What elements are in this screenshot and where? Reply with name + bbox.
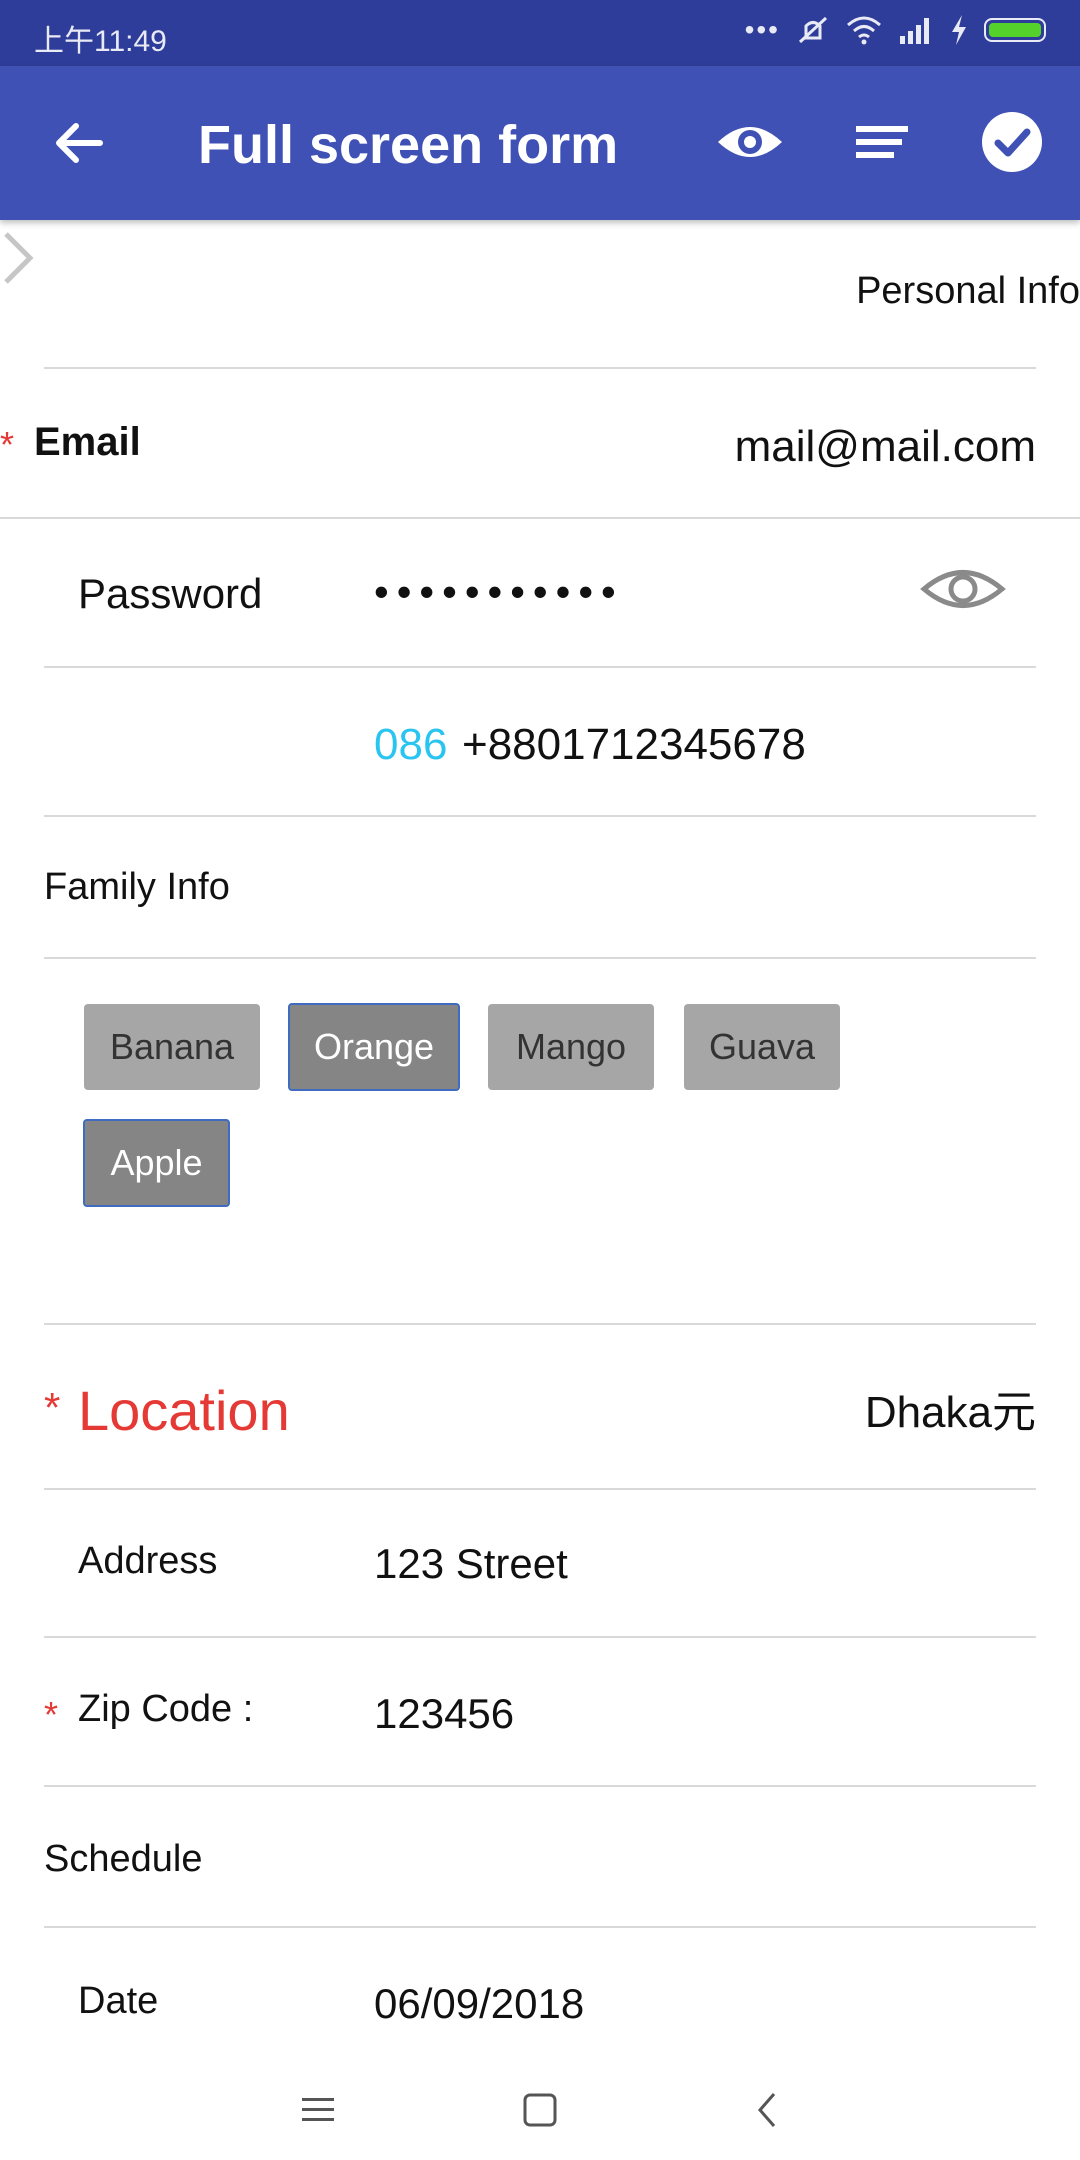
password-value[interactable]: ••••••••••• — [374, 568, 624, 616]
preview-eye-icon[interactable] — [714, 106, 786, 178]
wifi-icon — [847, 16, 881, 45]
tag-mango[interactable]: Mango — [488, 1004, 654, 1090]
system-nav-bar — [0, 2060, 1080, 2160]
divider — [44, 1636, 1036, 1638]
signal-icon — [900, 18, 929, 44]
show-password-eye-icon[interactable] — [920, 556, 1006, 622]
menu-icon[interactable] — [300, 2094, 336, 2126]
back-arrow-icon[interactable] — [46, 110, 112, 176]
required-mark: * — [0, 424, 15, 465]
phone-number[interactable]: +8801712345678 — [462, 720, 806, 770]
email-value[interactable]: mail@mail.com — [735, 422, 1036, 472]
divider — [44, 1488, 1036, 1490]
tag-guava[interactable]: Guava — [684, 1004, 840, 1090]
divider — [44, 815, 1036, 817]
chevron-right-icon[interactable] — [0, 228, 40, 288]
address-value[interactable]: 123 Street — [374, 1540, 568, 1588]
required-mark: * — [44, 1694, 59, 1735]
divider — [44, 1323, 1036, 1325]
status-bar: 上午11:49 ••• — [0, 0, 1080, 66]
family-info-header: Family Info — [44, 866, 230, 908]
zip-code-label: Zip Code : — [78, 1688, 254, 1730]
tag-apple[interactable]: Apple — [83, 1119, 230, 1207]
location-value[interactable]: Dhaka元 — [865, 1376, 1036, 1440]
divider — [44, 957, 1036, 959]
divider — [44, 666, 1036, 668]
schedule-header: Schedule — [44, 1838, 203, 1880]
home-square-icon[interactable] — [522, 2092, 558, 2128]
divider — [0, 517, 1080, 519]
status-icons: ••• — [745, 14, 1046, 46]
divider — [44, 367, 1036, 369]
required-mark: * — [44, 1384, 61, 1431]
more-icon: ••• — [744, 14, 780, 45]
divider — [44, 1785, 1036, 1787]
date-value[interactable]: 06/09/2018 — [374, 1980, 584, 2028]
mute-icon — [798, 16, 828, 44]
personal-info-header: Personal Info — [856, 270, 1080, 312]
back-chevron-icon[interactable] — [752, 2090, 782, 2130]
zip-code-value[interactable]: 123456 — [374, 1690, 514, 1738]
page-title: Full screen form — [198, 115, 619, 175]
check-circle-icon[interactable] — [976, 106, 1048, 178]
country-code[interactable]: 086 — [374, 720, 447, 770]
app-bar: Full screen form — [0, 66, 1080, 220]
tag-banana[interactable]: Banana — [84, 1004, 260, 1090]
battery-icon — [984, 18, 1046, 42]
divider — [44, 1926, 1036, 1928]
date-label: Date — [78, 1980, 159, 2022]
email-label: Email — [34, 420, 141, 464]
tag-orange[interactable]: Orange — [288, 1003, 460, 1091]
sort-lines-icon[interactable] — [846, 106, 918, 178]
status-time: 上午11:49 — [34, 25, 167, 58]
password-label: Password — [78, 570, 263, 617]
address-label: Address — [78, 1540, 218, 1582]
charging-icon — [952, 15, 966, 45]
location-label: Location — [78, 1379, 290, 1442]
